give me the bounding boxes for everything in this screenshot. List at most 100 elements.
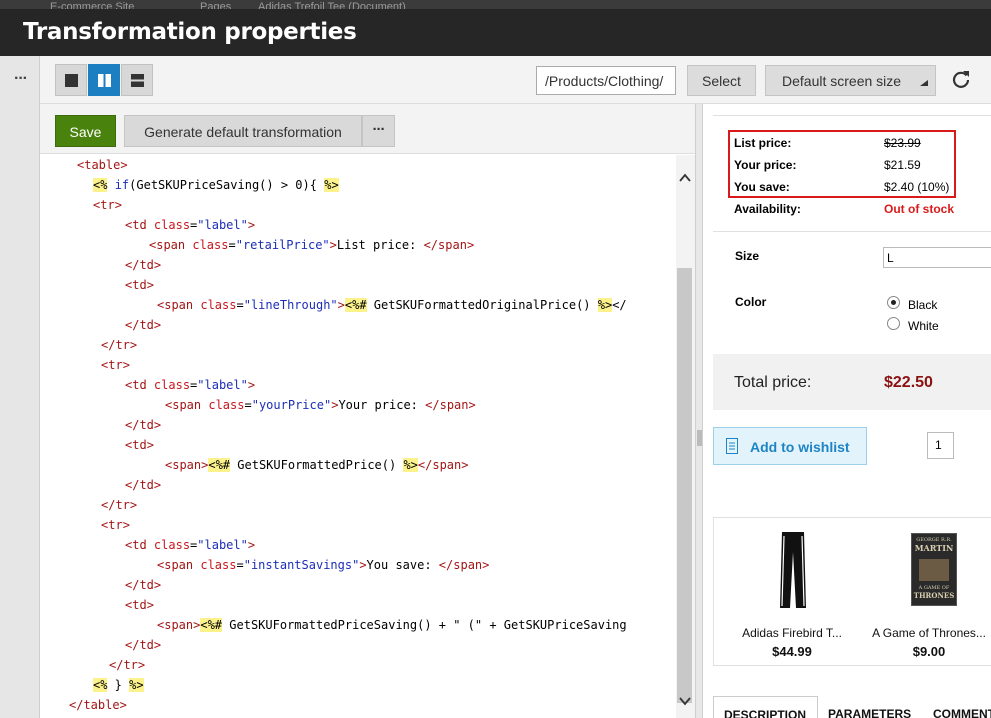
code-line[interactable]: </tr> bbox=[109, 655, 145, 675]
code-line[interactable]: </tr> bbox=[101, 335, 137, 355]
divider bbox=[713, 115, 991, 116]
code-line[interactable]: <% } %> bbox=[93, 675, 144, 695]
size-label: Size bbox=[735, 249, 760, 263]
toolbar: /Products/Clothing/ Select Default scree… bbox=[40, 56, 991, 104]
total-price-band: Total price: $22.50 bbox=[713, 354, 991, 410]
divider bbox=[713, 231, 991, 232]
book-cover-art bbox=[919, 559, 949, 581]
path-input[interactable]: /Products/Clothing/ bbox=[536, 66, 676, 95]
code-line[interactable]: <td class="label"> bbox=[125, 535, 255, 555]
code-line[interactable]: </td> bbox=[125, 255, 161, 275]
you-save-value: $2.40 (10%) bbox=[884, 180, 950, 194]
editor-scrollbar[interactable] bbox=[676, 155, 695, 718]
preview-only-icon bbox=[131, 74, 144, 87]
list-price-label: List price: bbox=[734, 136, 792, 150]
save-label: Save bbox=[69, 124, 102, 140]
scrollbar-thumb[interactable] bbox=[677, 268, 692, 703]
code-line[interactable]: </td> bbox=[125, 575, 161, 595]
product-card[interactable]: GEORGE R.R. MARTIN A GAME OF THRONES A G… bbox=[864, 518, 991, 667]
code-line[interactable]: <td> bbox=[125, 275, 154, 295]
left-side-panel: ··· bbox=[0, 56, 40, 718]
code-line[interactable]: </td> bbox=[125, 315, 161, 335]
screen-size-label: Default screen size bbox=[782, 73, 902, 89]
code-line[interactable]: <span class="retailPrice">List price: </… bbox=[149, 235, 474, 255]
total-price-value: $22.50 bbox=[884, 374, 933, 391]
code-line[interactable]: <td> bbox=[125, 595, 154, 615]
code-text-area[interactable]: <table> <% if(GetSKUPriceSaving() > 0){ %… bbox=[40, 155, 676, 718]
code-line[interactable]: <span><%# GetSKUFormattedPrice() %></spa… bbox=[165, 455, 468, 475]
generate-default-transformation-button[interactable]: Generate default transformation bbox=[124, 115, 362, 147]
code-line[interactable]: </table> bbox=[69, 695, 127, 715]
your-price-label: Your price: bbox=[734, 158, 797, 172]
code-line[interactable]: <tr> bbox=[101, 515, 130, 535]
code-line[interactable]: <% if(GetSKUPriceSaving() > 0){ %> bbox=[93, 175, 339, 195]
product-card[interactable]: Adidas Firebird T... $44.99 bbox=[727, 518, 857, 667]
split-view-icon bbox=[98, 74, 111, 87]
code-line[interactable]: </td> bbox=[125, 475, 161, 495]
list-icon bbox=[726, 438, 738, 454]
preview-pane: List price: $23.99 Your price: $21.59 Yo… bbox=[703, 104, 991, 718]
product-name[interactable]: A Game of Thrones... bbox=[864, 626, 991, 640]
size-select[interactable]: L bbox=[883, 247, 991, 268]
track-pants-image bbox=[780, 532, 806, 608]
refresh-icon[interactable] bbox=[950, 68, 972, 90]
color-radio-black[interactable] bbox=[887, 296, 900, 309]
color-radio-white[interactable] bbox=[887, 317, 900, 330]
code-line[interactable]: <span><%# GetSKUFormattedPriceSaving() +… bbox=[157, 615, 627, 635]
code-line[interactable]: </tr> bbox=[101, 495, 137, 515]
you-save-label: You save: bbox=[734, 180, 790, 194]
editor-more-button[interactable]: ··· bbox=[362, 115, 395, 147]
scroll-down-icon[interactable] bbox=[679, 695, 691, 707]
code-line[interactable]: <table> bbox=[77, 155, 128, 175]
code-line[interactable]: <td> bbox=[125, 435, 154, 455]
more-options-icon[interactable]: ··· bbox=[14, 70, 28, 88]
total-price-label: Total price: bbox=[734, 374, 812, 391]
preview-only-view-button[interactable] bbox=[121, 64, 153, 96]
app-window: { "background": {"crumb1": "E-commerce S… bbox=[0, 0, 991, 718]
wishlist-label: Add to wishlist bbox=[750, 439, 850, 455]
tab-parameters[interactable]: PARAMETERS bbox=[818, 696, 922, 718]
product-price: $44.99 bbox=[772, 644, 812, 659]
your-price-value: $21.59 bbox=[884, 158, 921, 172]
add-to-wishlist-button[interactable]: Add to wishlist bbox=[713, 427, 867, 465]
dropdown-triangle-icon bbox=[920, 80, 928, 86]
quantity-input[interactable]: 1 bbox=[927, 432, 954, 459]
related-products: Adidas Firebird T... $44.99 GEORGE R.R. … bbox=[713, 517, 991, 666]
save-button[interactable]: Save bbox=[55, 115, 116, 147]
pane-splitter[interactable] bbox=[695, 104, 703, 718]
dialog-titlebar: Transformation properties bbox=[0, 9, 991, 56]
code-line[interactable]: <tr> bbox=[101, 355, 130, 375]
tab-comments[interactable]: COMMENTS bbox=[923, 696, 991, 718]
screen-size-dropdown[interactable]: Default screen size bbox=[765, 65, 936, 96]
editor-actionbar: Save Generate default transformation ··· bbox=[40, 104, 695, 154]
code-line[interactable]: <tr> bbox=[93, 195, 122, 215]
code-line[interactable]: <td class="label"> bbox=[125, 215, 255, 235]
code-line[interactable]: <span class="instantSavings">You save: <… bbox=[157, 555, 489, 575]
select-path-button[interactable]: Select bbox=[687, 65, 756, 96]
code-only-view-button[interactable] bbox=[55, 64, 87, 96]
tab-description[interactable]: DESCRIPTION bbox=[713, 696, 818, 718]
color-option-white: White bbox=[908, 319, 939, 333]
list-price-value: $23.99 bbox=[884, 136, 921, 150]
color-label: Color bbox=[735, 295, 767, 309]
scroll-up-icon[interactable] bbox=[679, 172, 691, 184]
code-line[interactable]: <span class="yourPrice">Your price: </sp… bbox=[165, 395, 476, 415]
code-line[interactable]: <span class="lineThrough"><%# GetSKUForm… bbox=[157, 295, 627, 315]
product-name[interactable]: Adidas Firebird T... bbox=[727, 626, 857, 640]
availability-value: Out of stock bbox=[884, 202, 955, 216]
tab-description-label: DESCRIPTION bbox=[724, 708, 807, 718]
tab-comments-label: COMMENTS bbox=[933, 707, 991, 718]
split-view-button[interactable] bbox=[88, 64, 120, 96]
code-line[interactable]: </td> bbox=[125, 635, 161, 655]
product-price: $9.00 bbox=[912, 644, 946, 659]
dialog-title: Transformation properties bbox=[23, 19, 357, 45]
code-line[interactable]: </td> bbox=[125, 415, 161, 435]
generate-label: Generate default transformation bbox=[144, 124, 342, 140]
color-option-black: Black bbox=[908, 298, 938, 312]
splitter-grip[interactable] bbox=[697, 430, 702, 446]
availability-label: Availability: bbox=[734, 202, 801, 216]
code-only-icon bbox=[65, 74, 78, 87]
book-cover-author-last: MARTIN bbox=[914, 543, 954, 553]
code-line[interactable]: <td class="label"> bbox=[125, 375, 255, 395]
book-cover-image: GEORGE R.R. MARTIN A GAME OF THRONES bbox=[911, 533, 957, 606]
